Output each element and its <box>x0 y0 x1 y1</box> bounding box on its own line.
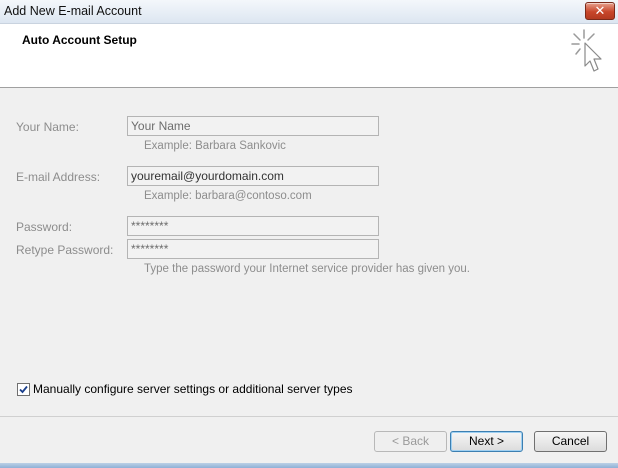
email-label: E-mail Address: <box>16 170 101 184</box>
wizard-header: Auto Account Setup <box>0 24 618 88</box>
password-hint: Type the password your Internet service … <box>144 263 471 275</box>
footer-divider <box>0 416 618 417</box>
page-title: Auto Account Setup <box>22 33 137 47</box>
name-hint: Example: Barbara Sankovic <box>144 140 286 152</box>
next-button[interactable]: Next > <box>450 431 523 452</box>
manual-config-label: Manually configure server settings or ad… <box>33 382 353 396</box>
manual-config-checkbox[interactable] <box>17 382 30 396</box>
title-bar: Add New E-mail Account ✕ <box>0 0 618 24</box>
retype-password-input[interactable]: ******** <box>127 239 379 259</box>
manual-config-option[interactable]: Manually configure server settings or ad… <box>17 382 353 396</box>
name-label: Your Name: <box>16 120 79 134</box>
email-hint: Example: barbara@contoso.com <box>144 190 312 202</box>
back-button[interactable]: < Back <box>374 431 447 452</box>
checkmark-icon <box>19 385 28 393</box>
close-button[interactable]: ✕ <box>585 2 615 20</box>
email-input[interactable]: youremail@yourdomain.com <box>127 166 379 186</box>
close-icon: ✕ <box>594 3 606 18</box>
password-input[interactable]: ******** <box>127 216 379 236</box>
window-bottom-border <box>0 463 618 468</box>
retype-password-label: Retype Password: <box>16 243 114 257</box>
password-label: Password: <box>16 220 73 234</box>
name-input[interactable]: Your Name <box>127 116 379 136</box>
cancel-button[interactable]: Cancel <box>534 431 607 452</box>
cursor-sparkle-icon <box>568 26 608 85</box>
window-title: Add New E-mail Account <box>4 4 142 18</box>
